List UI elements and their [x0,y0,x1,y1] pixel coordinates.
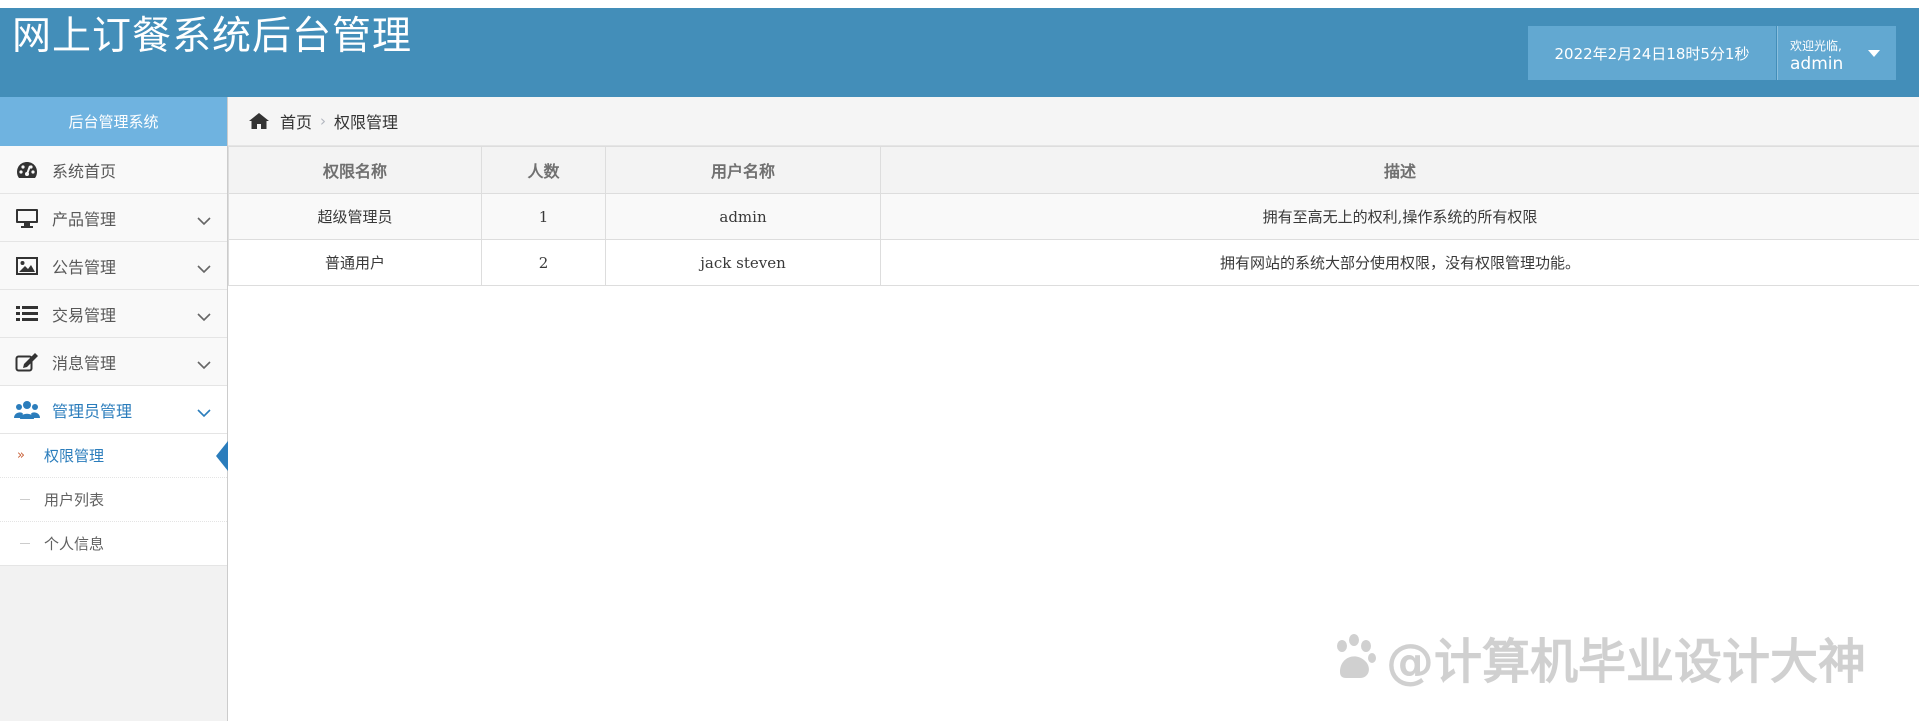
submenu-item-label: 用户列表 [44,491,105,509]
sidebar-item-notices[interactable]: 公告管理 [0,242,227,290]
tree-line [20,499,30,500]
watermark: @计算机毕业设计大神 [1330,622,1866,692]
sidebar-item-messages[interactable]: 消息管理 [0,338,227,386]
column-header-permission-name: 权限名称 [228,146,482,194]
monitor-icon [14,207,40,229]
table-cell: 拥有至高无上的权利,操作系统的所有权限 [880,193,1919,240]
double-angle-right-icon: » [17,448,25,463]
chevron-down-icon [197,355,211,374]
permissions-table: 权限名称 人数 用户名称 描述 超级管理员 1 admin 拥有至高无上的权利,… [228,146,1919,286]
breadcrumb: 首页 › 权限管理 [228,97,1919,146]
chevron-down-icon [197,211,211,230]
sidebar-item-label: 公告管理 [52,257,117,277]
chevron-down-icon [197,259,211,278]
breadcrumb-separator-icon: › [320,112,327,130]
edit-icon [14,351,40,373]
breadcrumb-home-link[interactable]: 首页 [280,109,312,133]
datetime-display: 2022年2月24日18时5分1秒 [1528,26,1776,80]
sidebar-item-admins[interactable]: 管理员管理 [0,386,227,434]
user-menu-button[interactable]: 欢迎光临, admin [1777,26,1896,80]
top-header: 网上订餐系统后台管理 2022年2月24日18时5分1秒 欢迎光临, admin [0,8,1919,97]
table-header-row: 权限名称 人数 用户名称 描述 [228,146,1919,194]
table-row: 超级管理员 1 admin 拥有至高无上的权利,操作系统的所有权限 [228,193,1919,240]
dashboard-icon [14,159,40,181]
sidebar-item-label: 交易管理 [52,305,117,325]
username-label: admin [1790,54,1844,74]
table-cell: 超级管理员 [228,193,482,240]
sidebar-item-label: 产品管理 [52,209,117,229]
app-title: 网上订餐系统后台管理 [12,14,413,59]
list-icon [14,303,40,325]
chevron-down-icon [197,403,211,422]
active-pointer-icon [216,441,228,471]
sidebar: 后台管理系统 系统首页 产品管理 公告管理 交易管理 消息管理 管理员管理 » … [0,97,228,721]
top-strip [0,0,1919,8]
home-icon[interactable] [248,112,270,130]
paw-logo-icon [1330,632,1380,682]
submenu-item-user-list[interactable]: 用户列表 [0,477,227,521]
sidebar-title: 后台管理系统 [0,97,227,146]
sidebar-item-label: 消息管理 [52,353,117,373]
table-cell: admin [605,193,881,240]
table-cell: 2 [481,239,606,286]
table-cell: 拥有网站的系统大部分使用权限，没有权限管理功能。 [880,239,1919,286]
sidebar-item-label: 管理员管理 [52,401,133,421]
watermark-text: @计算机毕业设计大神 [1386,634,1867,690]
admin-submenu: » 权限管理 用户列表 个人信息 [0,434,228,566]
caret-down-icon [1868,50,1880,57]
chevron-down-icon [197,307,211,326]
table-row: 普通用户 2 jack steven 拥有网站的系统大部分使用权限，没有权限管理… [228,239,1919,286]
picture-icon [14,255,40,277]
welcome-text: 欢迎光临, [1790,39,1842,53]
submenu-item-label: 权限管理 [44,447,105,465]
column-header-description: 描述 [880,146,1919,194]
breadcrumb-current: 权限管理 [334,113,399,132]
table-cell: 普通用户 [228,239,482,286]
sidebar-item-home[interactable]: 系统首页 [0,146,227,194]
table-cell: jack steven [605,239,881,286]
submenu-item-profile[interactable]: 个人信息 [0,521,227,565]
table-cell: 1 [481,193,606,240]
sidebar-item-transactions[interactable]: 交易管理 [0,290,227,338]
users-icon [14,399,40,421]
sidebar-item-products[interactable]: 产品管理 [0,194,227,242]
submenu-item-permissions[interactable]: » 权限管理 [0,434,228,477]
column-header-usernames: 用户名称 [605,146,881,194]
sidebar-item-label: 系统首页 [52,161,117,181]
submenu-item-label: 个人信息 [44,535,105,553]
tree-line [20,543,30,544]
column-header-count: 人数 [481,146,606,194]
